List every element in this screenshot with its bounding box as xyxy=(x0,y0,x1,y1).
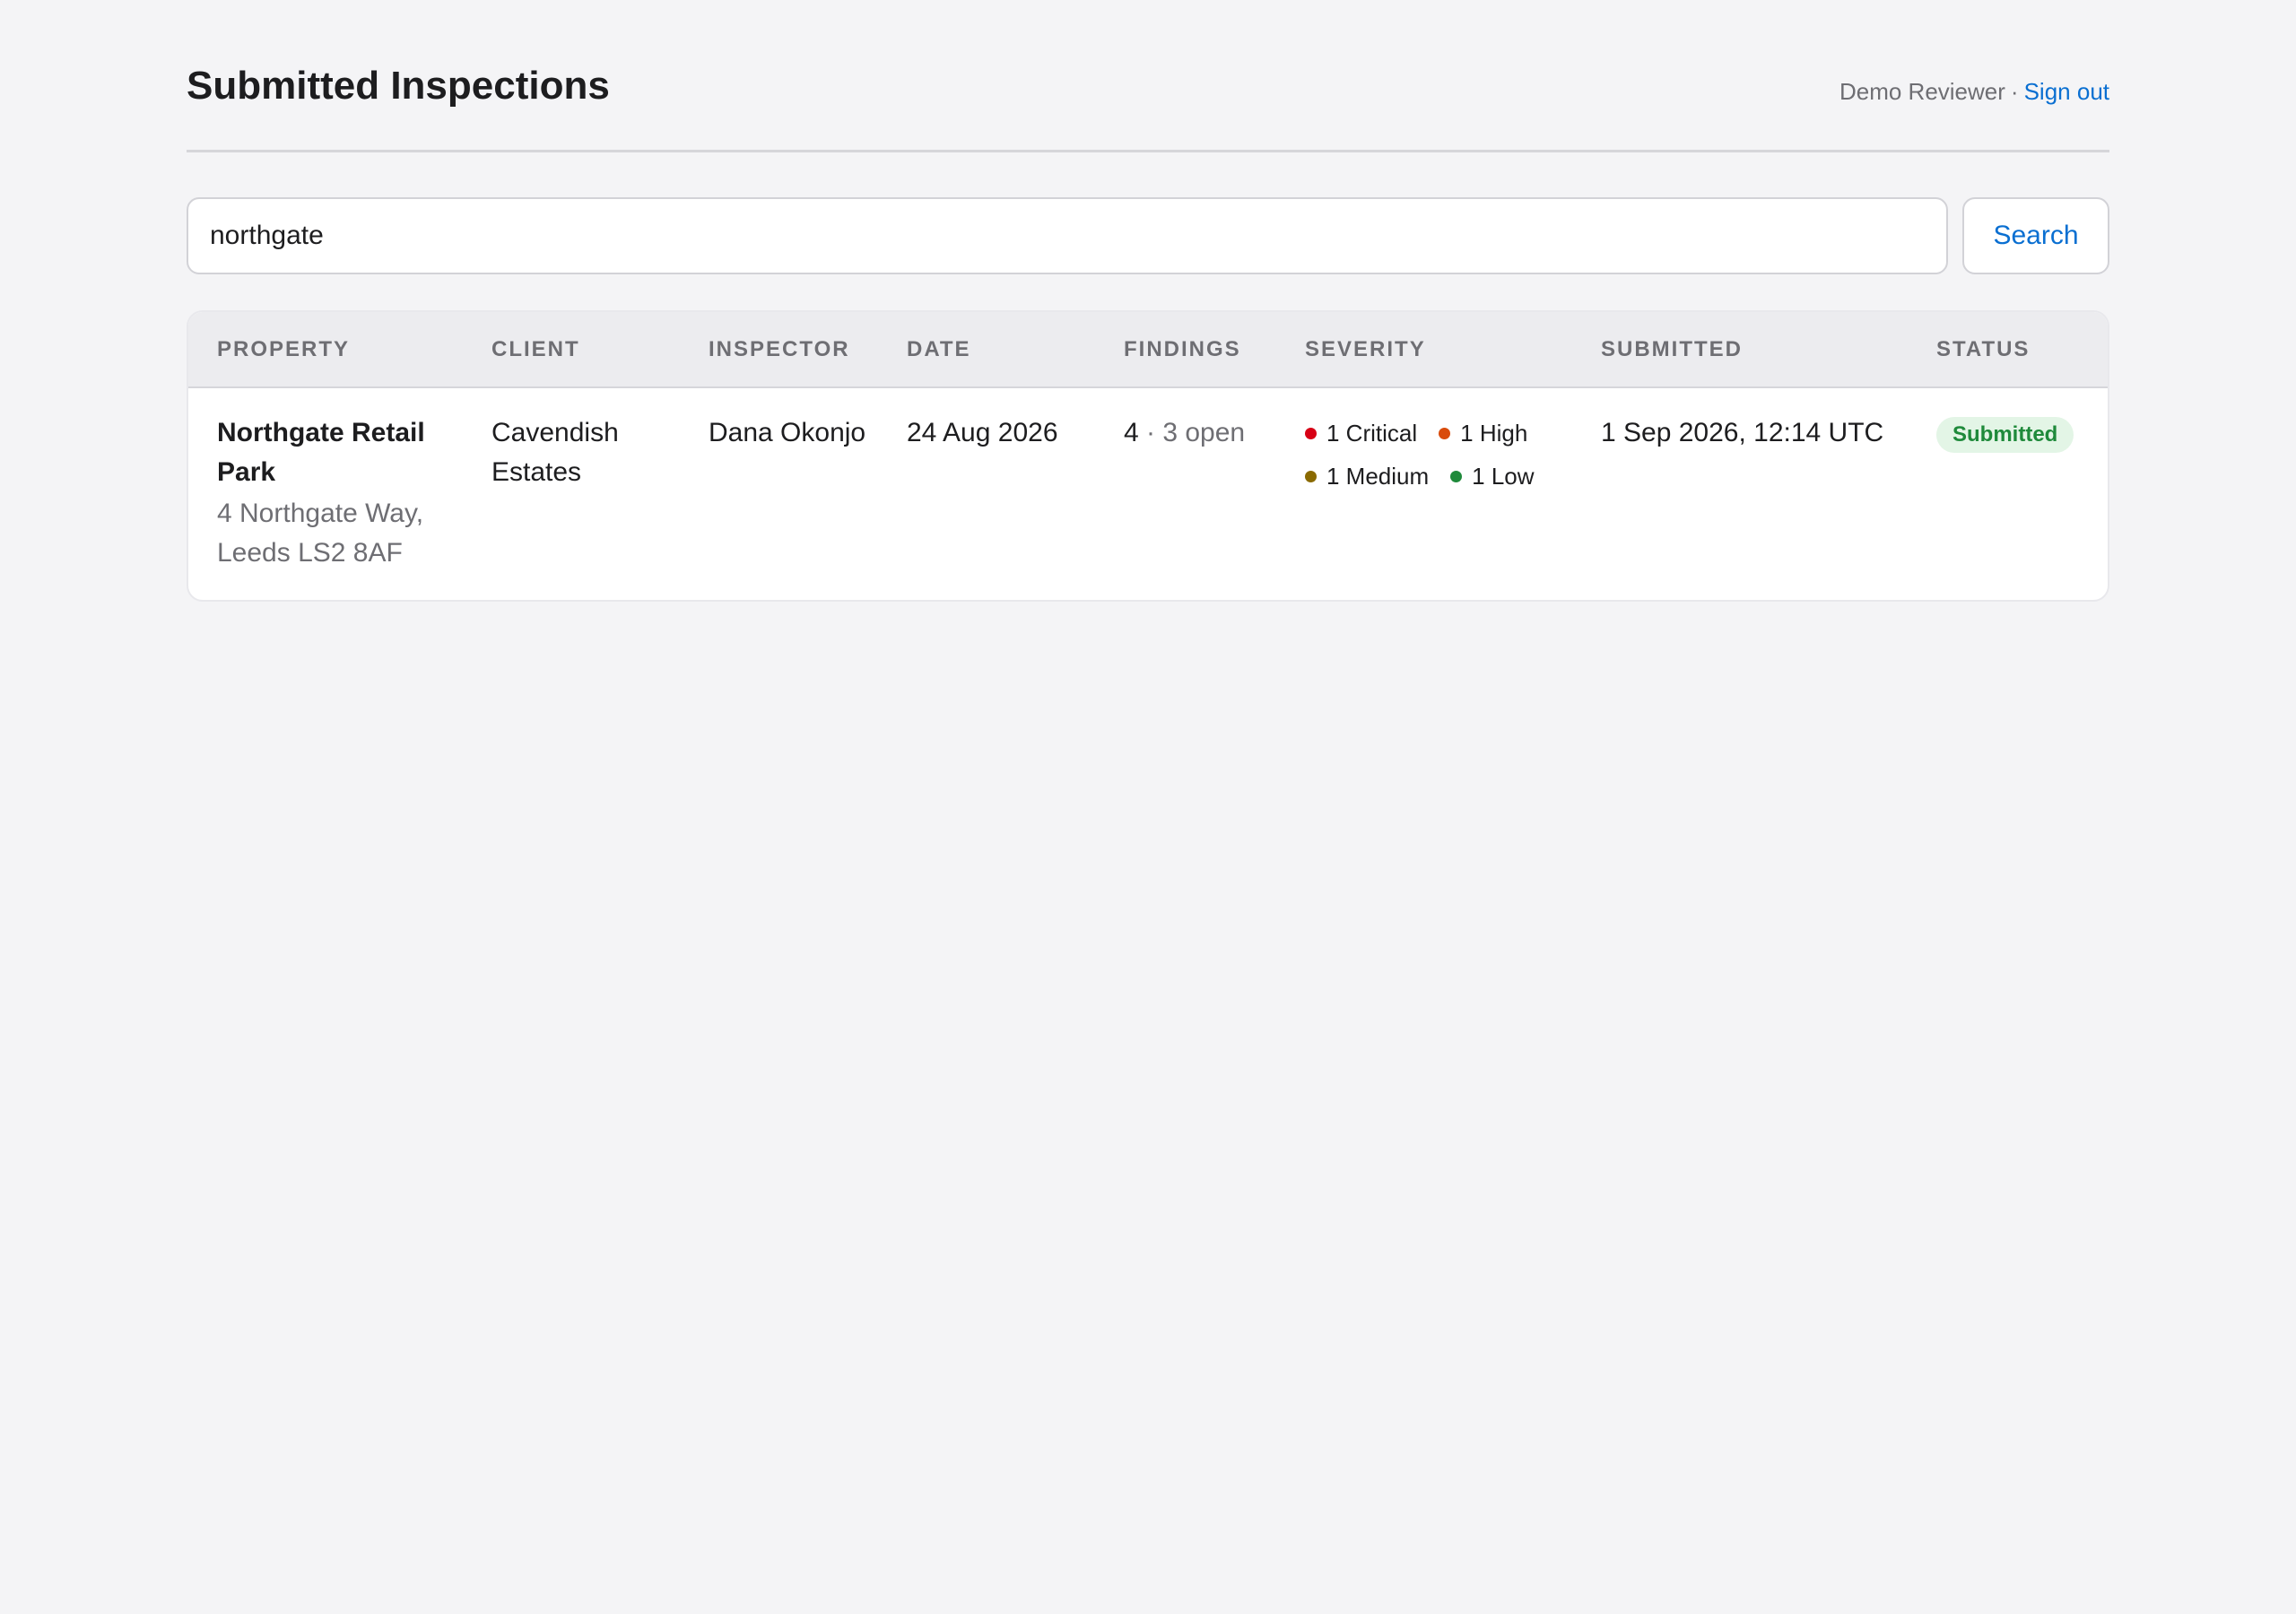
severity-dot-icon xyxy=(1439,427,1451,439)
severity-label: 1 Low xyxy=(1472,463,1535,490)
user-separator: · xyxy=(2010,78,2019,105)
cell-severity: 1 Critical 1 High 1 Medium 1 Low xyxy=(1276,387,1572,600)
page-title: Submitted Inspections xyxy=(187,64,610,108)
severity-critical: 1 Critical xyxy=(1305,413,1417,453)
page-header: Submitted Inspections Demo Reviewer · Sign… xyxy=(187,0,2109,152)
user-name: Demo Reviewer xyxy=(1839,78,2005,105)
severity-dot-icon xyxy=(1450,470,1463,482)
search-input[interactable] xyxy=(187,197,1948,274)
table-row[interactable]: Northgate Retail Park 4 Northgate Way, L… xyxy=(188,387,2108,600)
sign-out-link[interactable]: Sign out xyxy=(2024,78,2109,105)
severity-high: 1 High xyxy=(1439,413,1527,453)
table-header-row: PROPERTY CLIENT INSPECTOR DATE FINDINGS … xyxy=(188,312,2108,388)
cell-client: Cavendish Estates xyxy=(491,418,619,487)
cell-inspector: Dana Okonjo xyxy=(709,418,866,447)
cell-property: Northgate Retail Park 4 Northgate Way, L… xyxy=(188,387,463,600)
findings-open: · 3 open xyxy=(1146,418,1246,447)
search-button[interactable]: Search xyxy=(1962,197,2109,274)
column-header-client[interactable]: CLIENT xyxy=(463,312,680,388)
property-name[interactable]: Northgate Retail Park xyxy=(217,413,463,492)
page: Submitted Inspections Demo Reviewer · Sign… xyxy=(187,0,2109,602)
severity-dot-icon xyxy=(1305,427,1317,439)
cell-findings: 4 · 3 open xyxy=(1095,387,1276,600)
status-badge: Submitted xyxy=(1936,417,2074,453)
findings-count: 4 xyxy=(1124,418,1139,447)
property-address: 4 Northgate Way, Leeds LS2 8AF xyxy=(217,499,424,568)
column-header-date[interactable]: DATE xyxy=(878,312,1095,388)
inspections-table: PROPERTY CLIENT INSPECTOR DATE FINDINGS … xyxy=(188,312,2108,600)
column-header-inspector[interactable]: INSPECTOR xyxy=(680,312,878,388)
severity-list: 1 Critical 1 High 1 Medium 1 Low xyxy=(1305,413,1574,496)
inspections-table-card: PROPERTY CLIENT INSPECTOR DATE FINDINGS … xyxy=(187,310,2109,602)
severity-label: 1 High xyxy=(1460,420,1528,447)
user-area: Demo Reviewer · Sign out xyxy=(1839,77,2109,106)
cell-date: 24 Aug 2026 xyxy=(907,418,1058,447)
column-header-findings[interactable]: FINDINGS xyxy=(1095,312,1276,388)
search-bar: Search xyxy=(187,197,2109,274)
severity-label: 1 Critical xyxy=(1326,420,1418,447)
severity-dot-icon xyxy=(1305,470,1317,482)
severity-low: 1 Low xyxy=(1450,456,1535,496)
severity-medium: 1 Medium xyxy=(1305,456,1429,496)
column-header-property[interactable]: PROPERTY xyxy=(188,312,463,388)
column-header-severity[interactable]: SEVERITY xyxy=(1276,312,1572,388)
cell-submitted: 1 Sep 2026, 12:14 UTC xyxy=(1601,418,1884,447)
column-header-status[interactable]: STATUS xyxy=(1908,312,2108,388)
column-header-submitted[interactable]: SUBMITTED xyxy=(1572,312,1908,388)
cell-status: Submitted xyxy=(1908,387,2108,600)
severity-label: 1 Medium xyxy=(1326,463,1430,490)
